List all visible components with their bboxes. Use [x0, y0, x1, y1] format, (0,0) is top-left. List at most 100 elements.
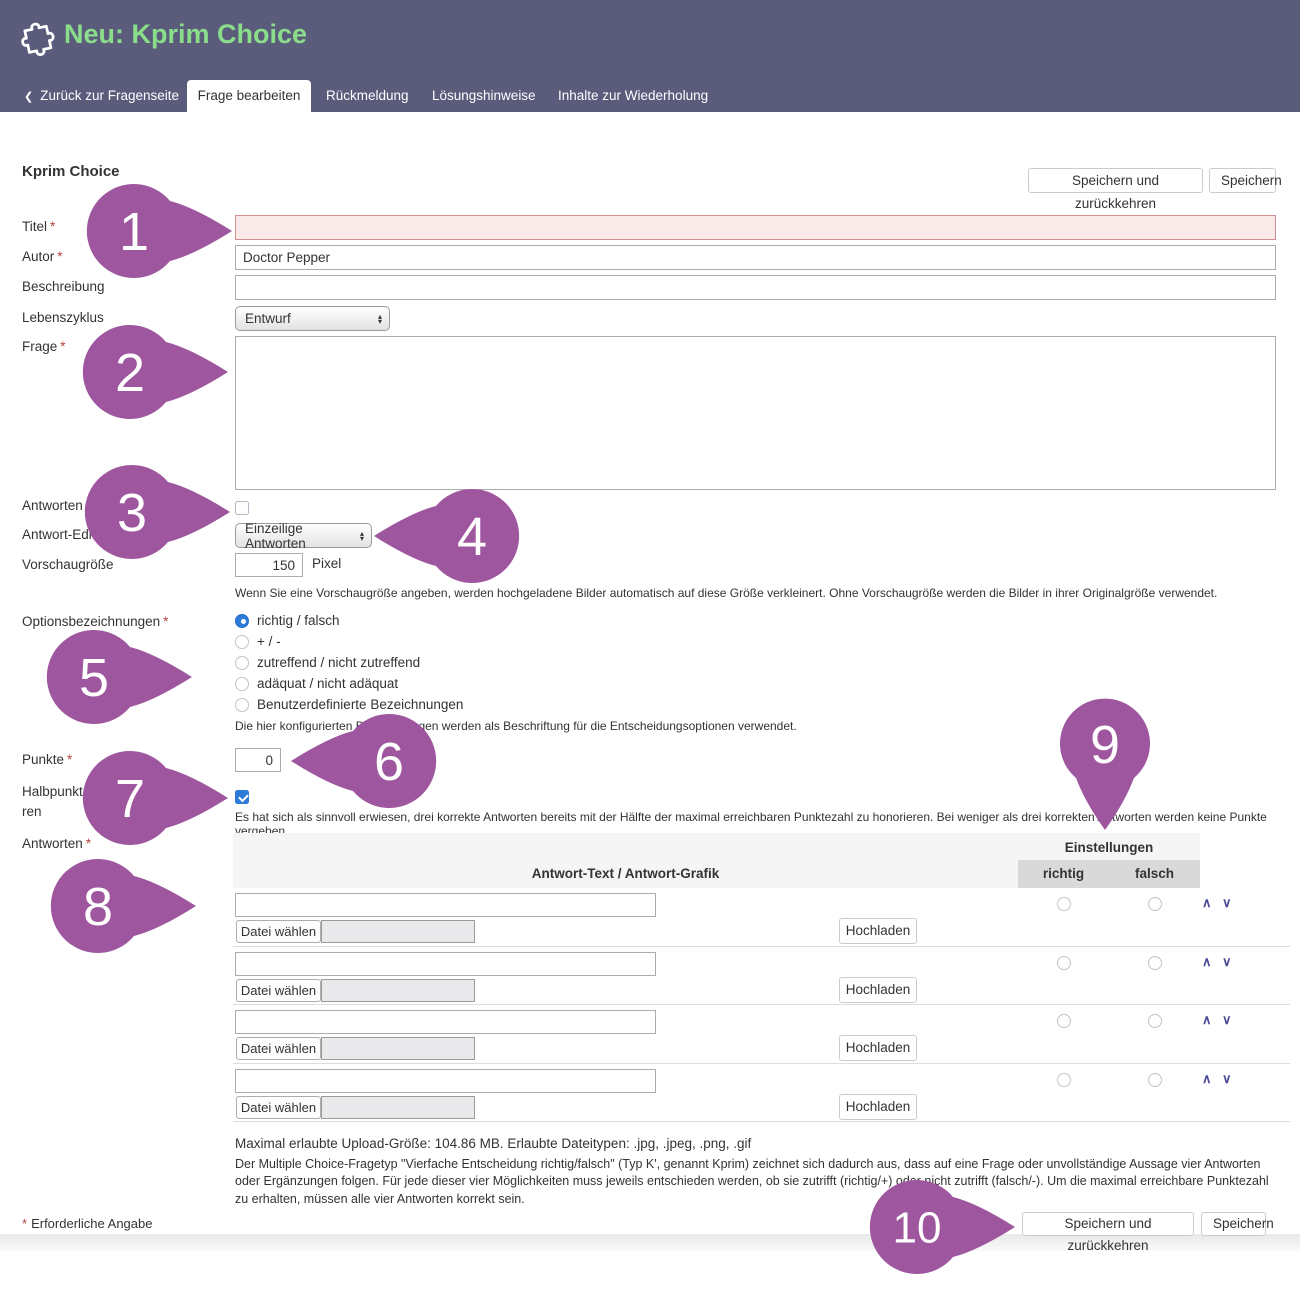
correct-radio[interactable] — [1057, 956, 1071, 970]
option-labels-choice[interactable]: richtig / falsch — [235, 610, 463, 631]
chevron-left-icon: ❮ — [24, 91, 33, 103]
beschreibung-input[interactable] — [235, 275, 1276, 300]
tab-inhalte-zur-wiederholung[interactable]: Inhalte zur Wiederholung — [558, 80, 708, 112]
move-up-icon[interactable]: ∧ — [1202, 954, 1212, 970]
save-button-top[interactable]: Speichern — [1209, 168, 1276, 193]
upload-button[interactable]: Hochladen — [839, 977, 917, 1003]
answer-row: Datei wählen Hochladen ∧ ∨ — [233, 1005, 1290, 1064]
wrong-radio[interactable] — [1148, 956, 1162, 970]
move-down-icon[interactable]: ∨ — [1222, 1012, 1232, 1028]
move-down-icon[interactable]: ∨ — [1222, 895, 1232, 911]
move-down-icon[interactable]: ∨ — [1222, 1071, 1232, 1087]
wrong-radio[interactable] — [1148, 897, 1162, 911]
answer-text-input[interactable] — [235, 1069, 656, 1093]
select-arrows-icon: ▴▾ — [370, 314, 382, 324]
wrong-radio[interactable] — [1148, 1073, 1162, 1087]
answer-text-input[interactable] — [235, 1010, 656, 1034]
select-arrows-icon: ▴▾ — [352, 531, 364, 541]
answer-editor-select[interactable]: Einzeilige Antworten ▴▾ — [235, 523, 372, 548]
svg-text:5: 5 — [79, 648, 109, 708]
settings-column-header: Einstellungen — [1018, 833, 1200, 860]
save-button-bottom[interactable]: Speichern — [1201, 1212, 1266, 1236]
points-input[interactable] — [235, 748, 281, 772]
move-up-icon[interactable]: ∧ — [1202, 1012, 1212, 1028]
tab-frage-bearbeiten[interactable]: Frage bearbeiten — [187, 80, 311, 112]
preview-size-unit: Pixel — [312, 556, 341, 571]
correct-column-header: richtig — [1018, 860, 1109, 888]
correct-radio[interactable] — [1057, 897, 1071, 911]
correct-radio[interactable] — [1057, 1014, 1071, 1028]
radio-icon[interactable] — [235, 656, 249, 670]
preview-size-label: Vorschaugröße — [22, 557, 114, 572]
annotation-marker-2: 2 — [82, 324, 228, 420]
upload-button[interactable]: Hochladen — [839, 1035, 917, 1061]
titel-label: Titel* — [22, 219, 55, 234]
points-label: Punkte* — [22, 752, 72, 767]
answer-editor-label: Antwort-Editor — [22, 527, 108, 542]
radio-icon[interactable] — [235, 635, 249, 649]
option-labels-label: Optionsbezeichnungen* — [22, 614, 168, 629]
header: Neu: Kprim Choice ❮Zurück zur Fragenseit… — [0, 0, 1300, 112]
move-down-icon[interactable]: ∨ — [1222, 954, 1232, 970]
save-and-return-button-bottom[interactable]: Speichern und zurückkehren — [1022, 1212, 1194, 1236]
shuffle-label: Antworten mischen — [22, 498, 137, 513]
preview-size-help: Wenn Sie eine Vorschaugröße angeben, wer… — [235, 586, 1217, 600]
autor-input[interactable] — [235, 245, 1276, 270]
answer-text-input[interactable] — [235, 893, 656, 917]
radio-icon[interactable] — [235, 614, 249, 628]
option-labels-choice[interactable]: zutreffend / nicht zutreffend — [235, 652, 463, 673]
option-labels-choice[interactable]: Benutzerdefinierte Bezeichnungen — [235, 694, 463, 715]
save-and-return-button-top[interactable]: Speichern und zurückkehren — [1028, 168, 1203, 193]
svg-text:1: 1 — [119, 202, 149, 262]
upload-button[interactable]: Hochladen — [839, 918, 917, 944]
answers-table-body: Datei wählen Hochladen ∧ ∨ Datei wählen … — [233, 888, 1290, 1122]
option-labels-radio-group: richtig / falsch + / - zutreffend / nich… — [235, 610, 463, 715]
file-name-box — [321, 920, 475, 943]
svg-text:9: 9 — [1090, 715, 1120, 775]
frage-label: Frage* — [22, 339, 66, 354]
file-name-box — [321, 979, 475, 1002]
question-type-description: Der Multiple Choice-Fragetyp "Vierfache … — [235, 1156, 1280, 1208]
option-labels-help: Die hier konfigurierten Bezeichnungen we… — [235, 719, 797, 733]
upload-button[interactable]: Hochladen — [839, 1094, 917, 1120]
required-note: *Erforderliche Angabe — [22, 1216, 152, 1231]
choose-file-button[interactable]: Datei wählen — [236, 1096, 321, 1119]
option-labels-choice[interactable]: + / - — [235, 631, 463, 652]
radio-icon[interactable] — [235, 698, 249, 712]
file-name-box — [321, 1037, 475, 1060]
answer-row: Datei wählen Hochladen ∧ ∨ — [233, 947, 1290, 1006]
titel-input[interactable] — [235, 215, 1276, 240]
autor-label: Autor* — [22, 249, 63, 264]
tab-rueckmeldung[interactable]: Rückmeldung — [326, 80, 409, 112]
option-labels-choice[interactable]: adäquat / nicht adäquat — [235, 673, 463, 694]
puzzle-icon — [11, 7, 68, 64]
tab-back-to-question-page[interactable]: ❮Zurück zur Fragenseite — [24, 80, 179, 112]
annotation-marker-1: 1 — [86, 183, 232, 279]
preview-size-input[interactable] — [235, 553, 303, 577]
answers-table-header: Einstellungen Antwort-Text / Antwort-Gra… — [233, 833, 1200, 888]
tab-loesungshinweise[interactable]: Lösungshinweise — [432, 80, 536, 112]
answer-row: Datei wählen Hochladen ∧ ∨ — [233, 1064, 1290, 1123]
answers-label: Antworten* — [22, 836, 91, 851]
page-title: Neu: Kprim Choice — [64, 19, 307, 50]
choose-file-button[interactable]: Datei wählen — [236, 1037, 321, 1060]
wrong-column-header: falsch — [1109, 860, 1200, 888]
choose-file-button[interactable]: Datei wählen — [236, 920, 321, 943]
upload-info: Maximal erlaubte Upload-Größe: 104.86 MB… — [235, 1136, 751, 1151]
move-up-icon[interactable]: ∧ — [1202, 1071, 1212, 1087]
half-points-checkbox[interactable] — [235, 790, 249, 804]
half-points-label: Halbpunktebewertung aktivie-ren — [22, 782, 232, 822]
frage-textarea[interactable] — [235, 336, 1276, 490]
wrong-radio[interactable] — [1148, 1014, 1162, 1028]
lebenszyklus-select[interactable]: Entwurf ▴▾ — [235, 306, 390, 331]
radio-icon[interactable] — [235, 677, 249, 691]
form-heading: Kprim Choice — [22, 163, 120, 180]
svg-text:2: 2 — [115, 343, 145, 403]
beschreibung-label: Beschreibung — [22, 279, 105, 294]
choose-file-button[interactable]: Datei wählen — [236, 979, 321, 1002]
correct-radio[interactable] — [1057, 1073, 1071, 1087]
shuffle-checkbox[interactable] — [235, 501, 249, 515]
answer-row: Datei wählen Hochladen ∧ ∨ — [233, 888, 1290, 947]
answer-text-input[interactable] — [235, 952, 656, 976]
move-up-icon[interactable]: ∧ — [1202, 895, 1212, 911]
